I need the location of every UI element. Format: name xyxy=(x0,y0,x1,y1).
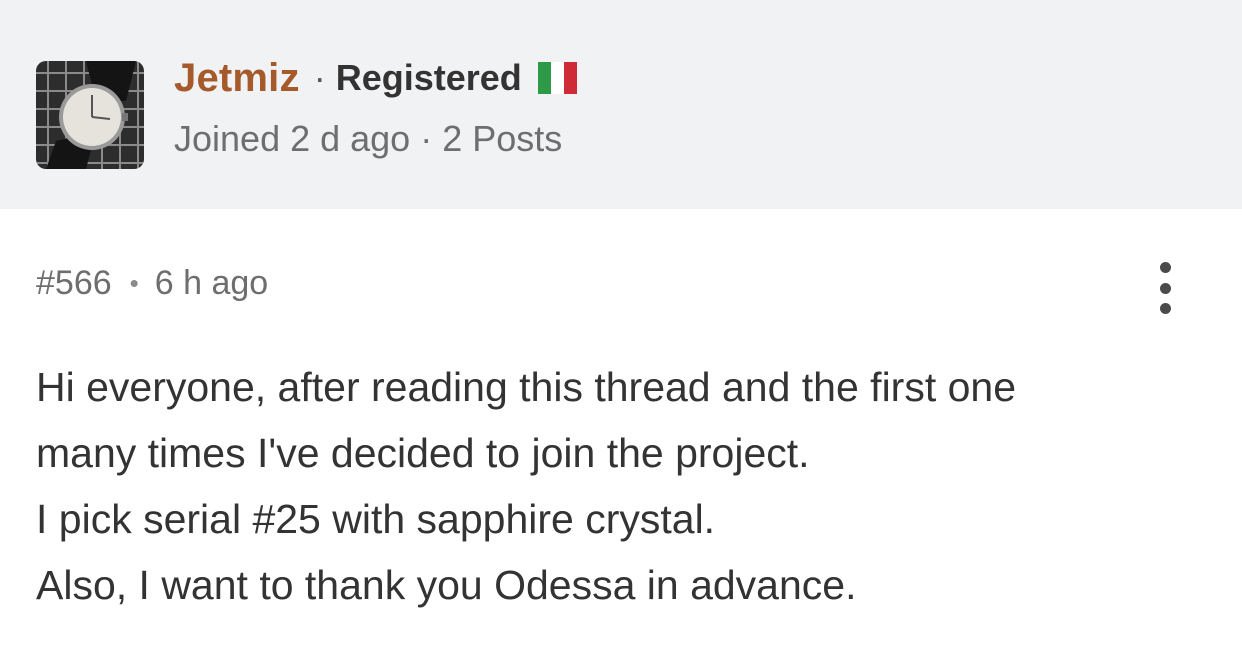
post-body: Hi everyone, after reading this thread a… xyxy=(36,354,1216,618)
author-name[interactable]: Jetmiz xyxy=(174,56,300,101)
post-body-line: Also, I want to thank you Odessa in adva… xyxy=(36,562,857,608)
author-line: Jetmiz · Registered xyxy=(174,54,577,102)
post-author-header: Jetmiz · Registered Joined 2 d ago · 2 P… xyxy=(0,0,1242,209)
bullet-separator: • xyxy=(129,268,139,298)
post-meta: #566 • 6 h ago xyxy=(36,264,268,303)
post-body-line: Hi everyone, after reading this thread a… xyxy=(36,364,1017,410)
author-meta: Joined 2 d ago · 2 Posts xyxy=(174,118,563,159)
post-body-line: many times I've decided to join the proj… xyxy=(36,430,810,476)
vertical-ellipsis-icon xyxy=(1159,262,1171,273)
author-role: Registered xyxy=(335,57,522,98)
italy-flag-icon xyxy=(537,62,577,94)
avatar[interactable] xyxy=(36,61,144,169)
post-body-line: I pick serial #25 with sapphire crystal. xyxy=(36,496,716,542)
separator-dot: · xyxy=(313,57,326,98)
more-options-button[interactable] xyxy=(1148,262,1182,314)
post-number[interactable]: #566 xyxy=(36,264,112,303)
post-time[interactable]: 6 h ago xyxy=(155,264,268,303)
